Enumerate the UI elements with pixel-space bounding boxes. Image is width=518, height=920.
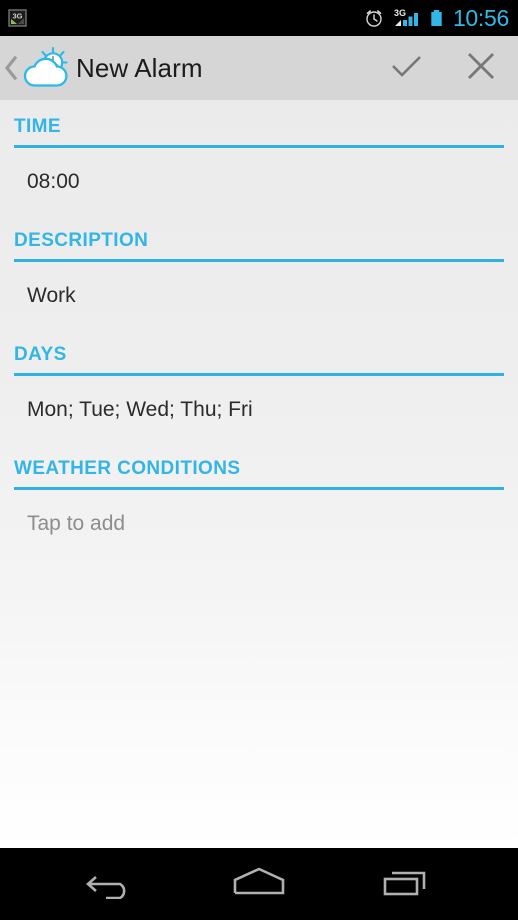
nav-back-button[interactable] bbox=[64, 854, 160, 914]
home-icon bbox=[229, 865, 289, 904]
nav-home-button[interactable] bbox=[211, 854, 307, 914]
done-button[interactable] bbox=[370, 36, 444, 100]
page-title: New Alarm bbox=[76, 52, 203, 83]
action-bar: New Alarm bbox=[0, 36, 518, 104]
time-value[interactable]: 08:00 bbox=[0, 148, 518, 214]
section-weather-conditions: WEATHER CONDITIONS Tap to add bbox=[0, 442, 518, 556]
checkmark-icon bbox=[389, 51, 425, 86]
back-arrow-icon bbox=[84, 865, 140, 904]
section-header-weather-conditions: WEATHER CONDITIONS bbox=[14, 458, 241, 479]
weather-conditions-value[interactable]: Tap to add bbox=[0, 490, 518, 556]
description-value[interactable]: Work bbox=[0, 262, 518, 328]
alarm-form: TIME 08:00 DESCRIPTION Work DAYS Mon; Tu… bbox=[0, 100, 518, 848]
section-header-description: DESCRIPTION bbox=[14, 230, 149, 251]
system-navigation-bar bbox=[0, 848, 518, 920]
signal-3g-icon: 3G bbox=[393, 7, 421, 29]
section-header-time: TIME bbox=[14, 116, 61, 137]
section-days: DAYS Mon; Tue; Wed; Thu; Fri bbox=[0, 328, 518, 442]
status-bar-right: 3G 10:56 bbox=[363, 4, 509, 31]
status-bar: 3G 3G 10:56 bbox=[0, 0, 518, 36]
svg-text:3G: 3G bbox=[394, 8, 406, 18]
section-time: TIME 08:00 bbox=[0, 100, 518, 214]
3g-data-icon: 3G bbox=[7, 7, 29, 29]
battery-full-icon bbox=[429, 7, 443, 29]
days-value[interactable]: Mon; Tue; Wed; Thu; Fri bbox=[0, 376, 518, 442]
alarm-clock-icon bbox=[363, 7, 385, 29]
back-chevron-icon[interactable] bbox=[2, 48, 20, 88]
weather-alarm-icon bbox=[20, 45, 72, 91]
section-description: DESCRIPTION Work bbox=[0, 214, 518, 328]
section-header-days: DAYS bbox=[14, 344, 67, 365]
cancel-button[interactable] bbox=[444, 36, 518, 100]
status-bar-clock: 10:56 bbox=[452, 4, 509, 31]
recent-apps-icon bbox=[380, 865, 432, 904]
close-x-icon bbox=[465, 50, 497, 87]
svg-text:3G: 3G bbox=[12, 12, 22, 21]
nav-recents-button[interactable] bbox=[358, 854, 454, 914]
status-bar-left: 3G bbox=[7, 7, 29, 29]
phone-screen: 3G 3G 10:56 New Alarm TIME 08:00 DESCRIP… bbox=[0, 0, 518, 920]
